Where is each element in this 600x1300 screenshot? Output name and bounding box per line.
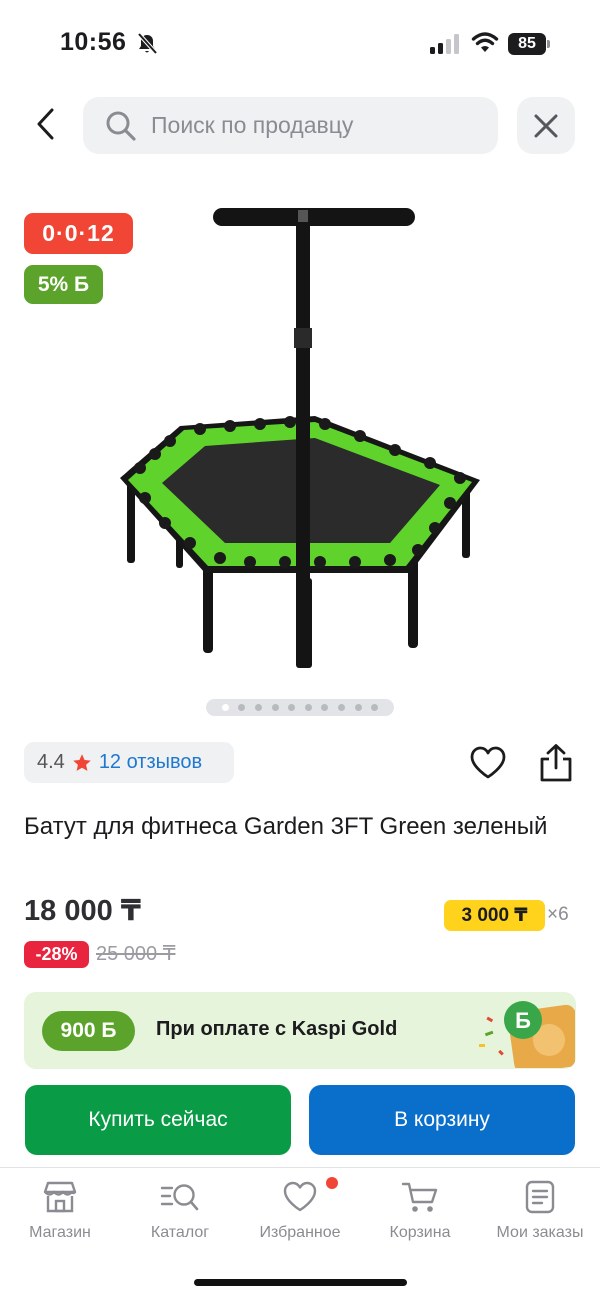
product-title: Батут для фитнеса Garden 3FT Green зелен… bbox=[24, 813, 548, 840]
carousel-dot[interactable] bbox=[221, 704, 229, 711]
carousel-dot[interactable] bbox=[271, 704, 279, 711]
installment-badge: 0·0·12 bbox=[24, 213, 133, 254]
gold-bonus-amount: 900 Б bbox=[42, 1011, 135, 1051]
old-price: 25 000 ₸ bbox=[96, 943, 176, 965]
status-bar: 10:56 85 bbox=[0, 0, 600, 90]
discount-badge: -28% bbox=[24, 941, 89, 968]
orders-icon bbox=[525, 1180, 555, 1214]
tab-label: Магазин bbox=[29, 1224, 91, 1241]
rating-reviews[interactable]: 4.4 12 отзывов bbox=[24, 742, 234, 783]
bonus-badge: 5% Б bbox=[24, 265, 103, 304]
buy-now-button[interactable]: Купить сейчас bbox=[25, 1085, 291, 1155]
tab-label: Корзина bbox=[389, 1224, 451, 1241]
search-placeholder: Поиск по продавцу bbox=[151, 112, 354, 138]
installment-price[interactable]: 3 000 ₸ bbox=[444, 900, 545, 931]
status-time: 10:56 bbox=[60, 28, 127, 56]
product-image[interactable] bbox=[110, 198, 490, 678]
heart-icon bbox=[283, 1181, 317, 1212]
close-icon bbox=[534, 114, 558, 137]
cellular-signal-icon bbox=[430, 34, 462, 59]
cart-icon bbox=[401, 1182, 438, 1212]
tab-favorites[interactable]: Избранное bbox=[240, 1180, 360, 1242]
installment-months: ×6 bbox=[547, 904, 569, 925]
store-icon bbox=[43, 1181, 77, 1213]
close-button[interactable] bbox=[517, 97, 575, 154]
battery-cap bbox=[547, 40, 550, 48]
carousel-dot[interactable] bbox=[338, 704, 345, 711]
heart-icon bbox=[470, 746, 506, 779]
tab-catalog[interactable]: Каталог bbox=[120, 1180, 240, 1242]
tab-store[interactable]: Магазин bbox=[0, 1180, 120, 1242]
reviews-link[interactable]: 12 отзывов bbox=[99, 751, 202, 774]
tab-label: Избранное bbox=[259, 1224, 341, 1241]
carousel-dot[interactable] bbox=[321, 704, 329, 711]
add-to-cart-button[interactable]: В корзину bbox=[309, 1085, 575, 1155]
svg-text:Б: Б bbox=[515, 1008, 531, 1033]
favorites-notification-dot bbox=[326, 1177, 338, 1189]
bell-slash-icon bbox=[136, 32, 158, 61]
tab-cart[interactable]: Корзина bbox=[360, 1180, 480, 1242]
share-button[interactable] bbox=[537, 743, 575, 788]
star-icon bbox=[72, 753, 92, 773]
catalog-search-icon bbox=[160, 1184, 199, 1211]
kaspi-gold-banner[interactable]: 900 Б При оплате с Kaspi Gold Б bbox=[24, 992, 576, 1069]
search-input[interactable]: Поиск по продавцу bbox=[83, 97, 498, 154]
carousel-dot[interactable] bbox=[238, 704, 246, 711]
kaspi-gold-card-icon: Б bbox=[479, 1001, 575, 1068]
tab-label: Мои заказы bbox=[496, 1224, 584, 1241]
tab-label: Каталог bbox=[150, 1224, 210, 1241]
image-carousel-dots[interactable] bbox=[206, 699, 394, 716]
wifi-icon bbox=[471, 31, 499, 60]
rating-value: 4.4 bbox=[37, 751, 65, 773]
product-price: 18 000 ₸ bbox=[24, 895, 141, 927]
search-icon bbox=[106, 111, 136, 141]
tab-orders[interactable]: Мои заказы bbox=[480, 1180, 600, 1242]
battery-indicator: 85 bbox=[508, 33, 546, 55]
carousel-dot[interactable] bbox=[254, 704, 262, 711]
carousel-dot[interactable] bbox=[288, 704, 296, 711]
carousel-dot[interactable] bbox=[354, 704, 362, 711]
share-icon bbox=[540, 744, 572, 782]
favorite-button[interactable] bbox=[469, 745, 507, 786]
battery-level: 85 bbox=[518, 35, 536, 52]
chevron-left-icon bbox=[37, 108, 54, 140]
carousel-dot[interactable] bbox=[371, 704, 379, 711]
back-button[interactable] bbox=[26, 100, 66, 148]
home-indicator bbox=[194, 1279, 407, 1286]
carousel-dot[interactable] bbox=[304, 704, 312, 711]
gold-banner-text: При оплате с Kaspi Gold bbox=[156, 1018, 398, 1040]
